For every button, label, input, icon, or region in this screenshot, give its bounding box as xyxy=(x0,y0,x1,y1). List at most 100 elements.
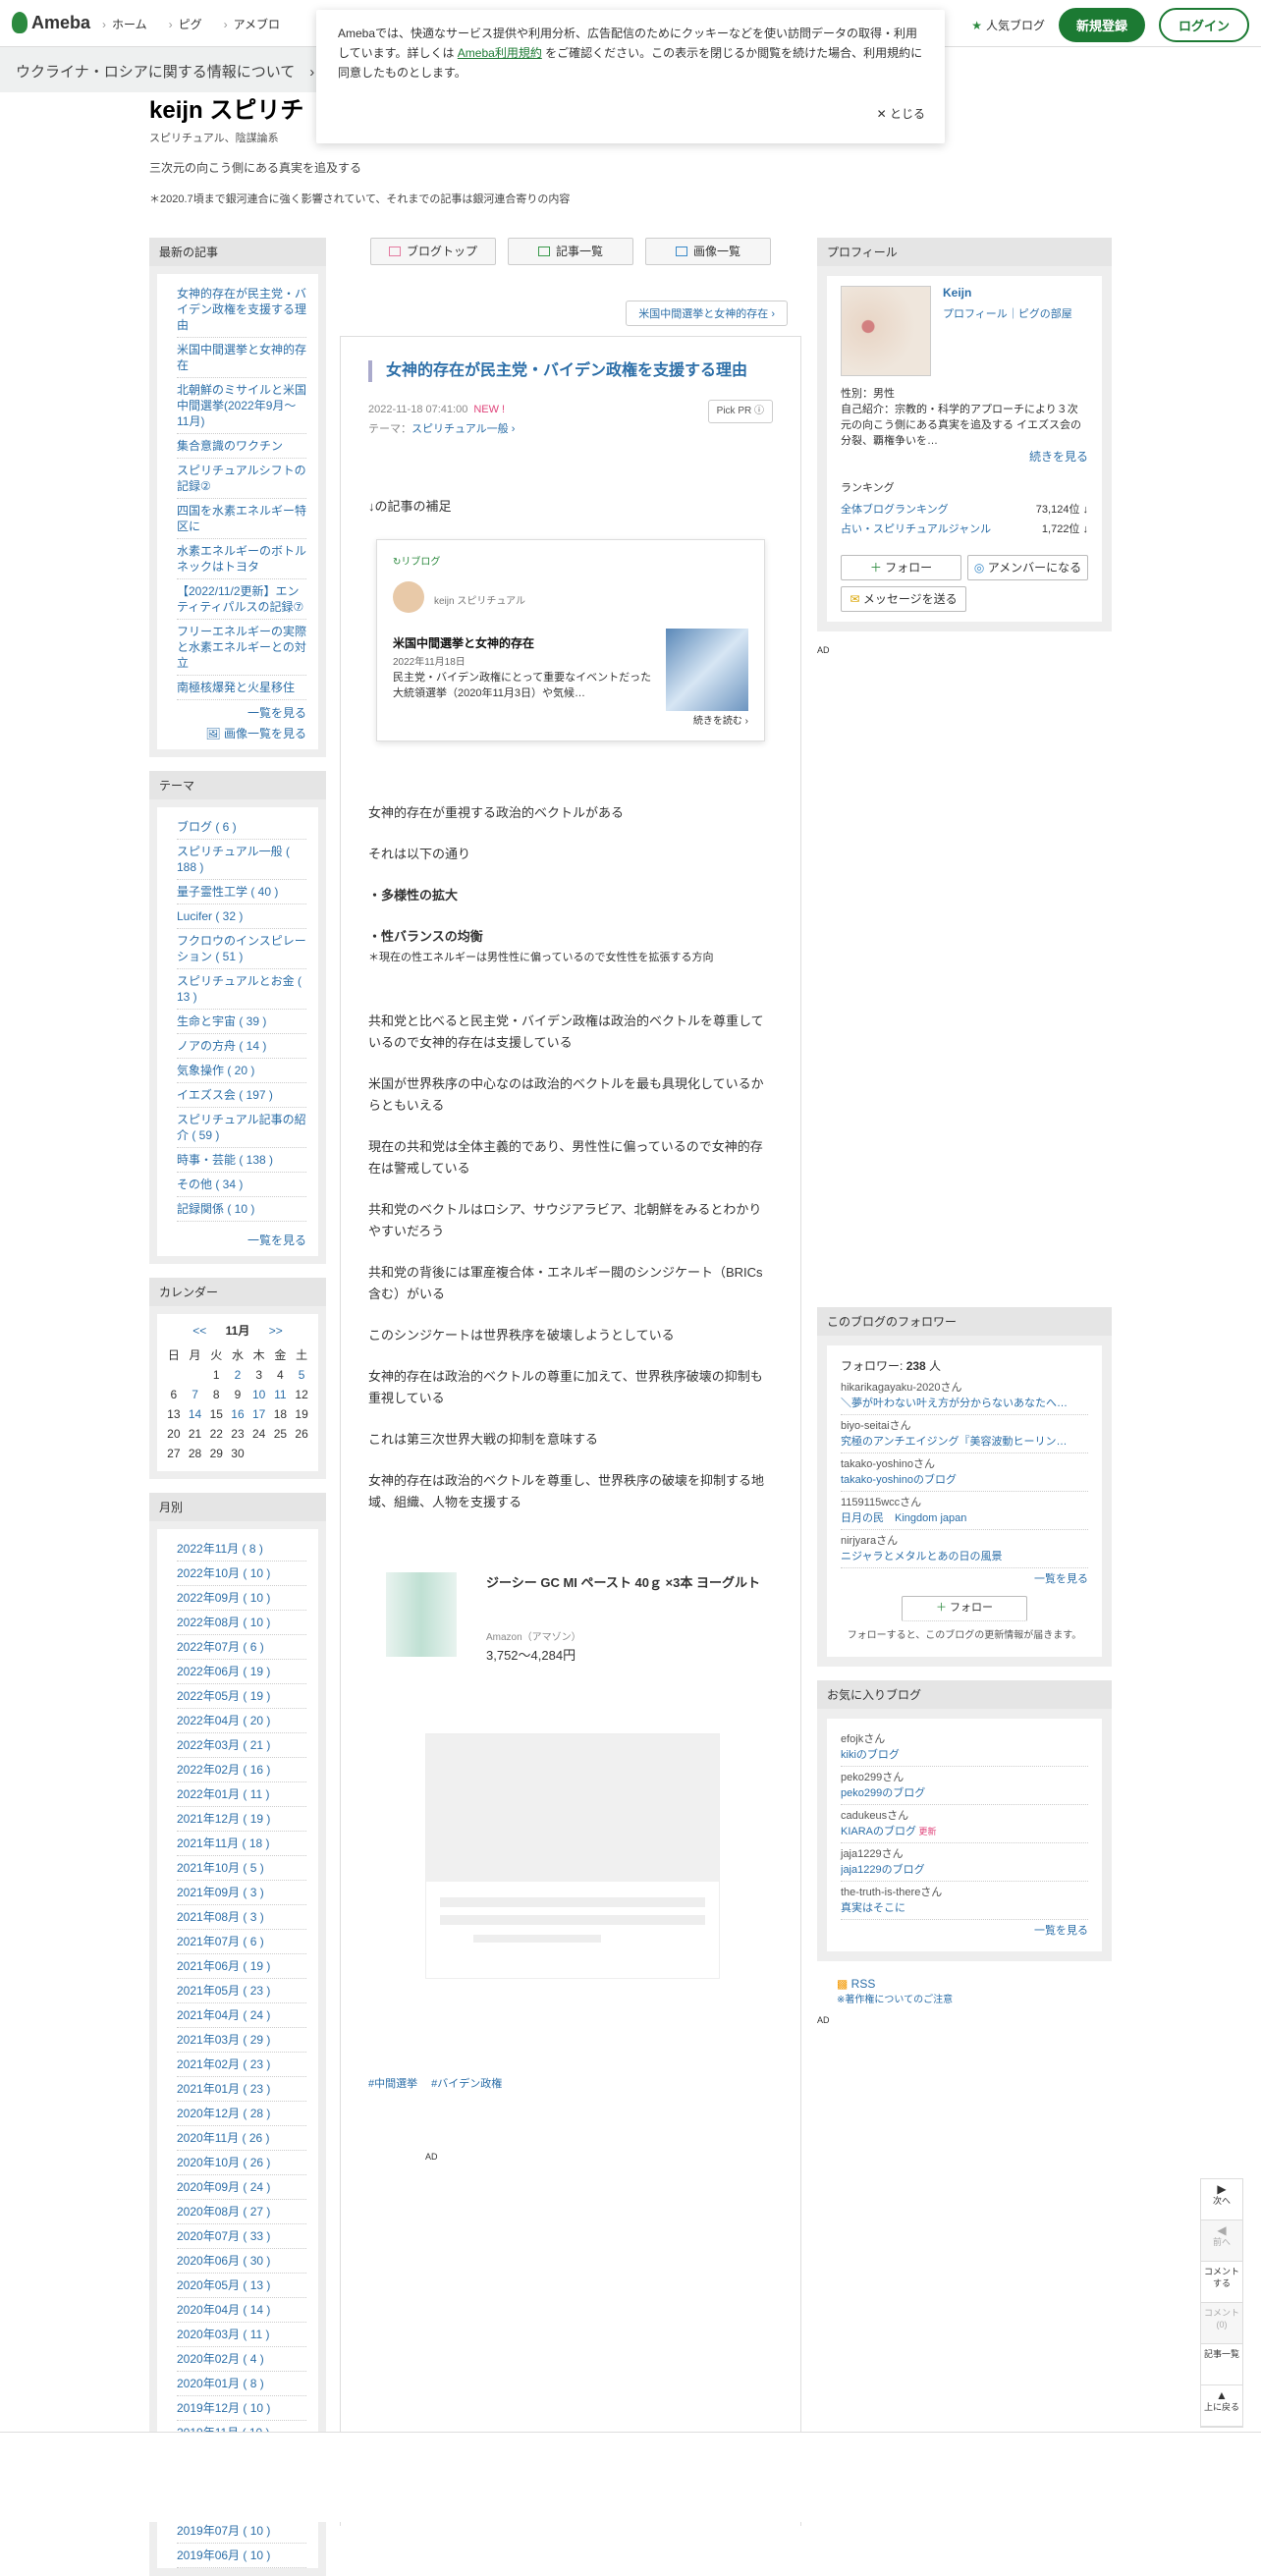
follower-user[interactable]: nirjyaraさん xyxy=(841,1533,1088,1549)
amember-button[interactable]: ◎ アメンバーになる xyxy=(967,555,1088,580)
monthly-archive-link[interactable]: 2022年08月 ( 10 ) xyxy=(177,1611,306,1635)
rank-overall-link[interactable]: 全体ブログランキング xyxy=(841,502,949,518)
calendar-day-link[interactable]: 11 xyxy=(270,1385,292,1404)
monthly-archive-link[interactable]: 2019年06月 ( 10 ) xyxy=(177,2544,306,2568)
monthly-archive-link[interactable]: 2020年04月 ( 14 ) xyxy=(177,2298,306,2323)
favorite-user[interactable]: jaja1229さん xyxy=(841,1846,1088,1862)
monthly-archive-link[interactable]: 2020年01月 ( 8 ) xyxy=(177,2372,306,2396)
monthly-archive-link[interactable]: 2022年09月 ( 10 ) xyxy=(177,1586,306,1611)
tab-image-list[interactable]: 画像一覧 xyxy=(645,238,771,265)
favorite-user[interactable]: efojkさん xyxy=(841,1731,1088,1747)
monthly-archive-link[interactable]: 2020年06月 ( 30 ) xyxy=(177,2249,306,2274)
profile-more-link[interactable]: 続きを見る xyxy=(841,449,1088,465)
favorite-blog-link[interactable]: 真実はそこに xyxy=(841,1900,1088,1916)
tab-article-list[interactable]: 記事一覧 xyxy=(508,238,633,265)
latest-article-link[interactable]: 水素エネルギーのボトルネックはトヨタ xyxy=(177,539,306,579)
themes-more-link[interactable]: 一覧を見る xyxy=(177,1222,306,1248)
rss-link[interactable]: ▩ RSS xyxy=(837,1977,1112,1991)
side-nav-item[interactable]: ◀ 前へ xyxy=(1201,2220,1242,2262)
favorite-user[interactable]: the-truth-is-thereさん xyxy=(841,1885,1088,1900)
monthly-archive-link[interactable]: 2022年01月 ( 11 ) xyxy=(177,1782,306,1807)
terms-link[interactable]: Ameba利用規約 xyxy=(458,46,542,60)
monthly-archive-link[interactable]: 2021年05月 ( 23 ) xyxy=(177,1979,306,2003)
favorite-blog-link[interactable]: KIARAのブログ 更新 xyxy=(841,1824,1088,1839)
latest-more-link[interactable]: 一覧を見る xyxy=(177,700,306,721)
favorites-more-link[interactable]: 一覧を見る xyxy=(841,1920,1088,1942)
calendar-day-link[interactable]: 14 xyxy=(185,1404,206,1424)
calendar-day-link[interactable]: 17 xyxy=(248,1404,270,1424)
follower-blog-link[interactable]: ＼夢が叶わない叶え方が分からないあなたへ… xyxy=(841,1396,1088,1411)
hashtag-link[interactable]: #バイデン政権 xyxy=(431,2078,502,2090)
calendar-day-link[interactable]: 5 xyxy=(291,1365,312,1385)
side-nav-item[interactable]: コメント(0) xyxy=(1201,2303,1242,2344)
nav-ameblo[interactable]: アメブロ xyxy=(224,16,280,32)
latest-article-link[interactable]: 南極核爆発と火星移住 xyxy=(177,676,306,700)
hashtag-link[interactable]: #中間選挙 xyxy=(368,2078,417,2090)
follow-button[interactable]: ＋ フォロー xyxy=(841,555,961,580)
theme-link[interactable]: スピリチュアルとお金 ( 13 ) xyxy=(177,969,306,1010)
monthly-archive-link[interactable]: 2021年02月 ( 23 ) xyxy=(177,2053,306,2077)
monthly-archive-link[interactable]: 2020年07月 ( 33 ) xyxy=(177,2224,306,2249)
product-card[interactable]: ジーシー GC MI ペースト 40ｇ ×3本 ヨーグルト Amazon（アマゾ… xyxy=(368,1572,773,1690)
register-button[interactable]: 新規登録 xyxy=(1058,8,1145,42)
cookie-close-button[interactable]: ✕ とじる xyxy=(877,104,925,124)
read-more-link[interactable]: 続きを読む › xyxy=(693,711,748,733)
follower-user[interactable]: hikarikagayaku-2020さん xyxy=(841,1380,1088,1396)
popular-blog-link[interactable]: 人気ブログ xyxy=(971,17,1045,33)
monthly-archive-link[interactable]: 2022年03月 ( 21 ) xyxy=(177,1733,306,1758)
monthly-archive-link[interactable]: 2022年02月 ( 16 ) xyxy=(177,1758,306,1782)
theme-link[interactable]: その他 ( 34 ) xyxy=(177,1173,306,1197)
follower-blog-link[interactable]: 日月の民 Kingdom japan xyxy=(841,1510,1088,1526)
calendar-day-link[interactable]: 2 xyxy=(227,1365,248,1385)
monthly-archive-link[interactable]: 2020年11月 ( 26 ) xyxy=(177,2126,306,2151)
rank-genre-link[interactable]: 占い・スピリチュアルジャンル xyxy=(841,521,991,537)
monthly-archive-link[interactable]: 2021年06月 ( 19 ) xyxy=(177,1954,306,1979)
copyright-note-link[interactable]: ※著作権についてのご注意 xyxy=(837,1991,1112,2005)
monthly-archive-link[interactable]: 2022年05月 ( 19 ) xyxy=(177,1684,306,1709)
monthly-archive-link[interactable]: 2020年03月 ( 11 ) xyxy=(177,2323,306,2347)
theme-link[interactable]: フクロウのインスピレーション ( 51 ) xyxy=(177,929,306,969)
theme-link[interactable]: 気象操作 ( 20 ) xyxy=(177,1059,306,1083)
latest-article-link[interactable]: 集合意識のワクチン xyxy=(177,434,306,459)
theme-link[interactable]: ブログ ( 6 ) xyxy=(177,815,306,840)
latest-article-link[interactable]: フリーエネルギーの実際と水素エネルギーとの対立 xyxy=(177,620,306,676)
follower-blog-link[interactable]: ニジャラとメタルとあの日の風景 xyxy=(841,1549,1088,1564)
latest-article-link[interactable]: 四国を水素エネルギー特区に xyxy=(177,499,306,539)
monthly-archive-link[interactable]: 2019年07月 ( 10 ) xyxy=(177,2519,306,2544)
follower-user[interactable]: 1159115wccさん xyxy=(841,1495,1088,1510)
blog-title[interactable]: keijn スピリチ xyxy=(149,90,303,125)
monthly-archive-link[interactable]: 2021年09月 ( 3 ) xyxy=(177,1881,306,1905)
latest-article-link[interactable]: 米国中間選挙と女神的存在 xyxy=(177,338,306,378)
monthly-archive-link[interactable]: 2021年08月 ( 3 ) xyxy=(177,1905,306,1930)
side-nav-item[interactable]: ▲ 上に戻る xyxy=(1201,2385,1242,2427)
profile-image[interactable] xyxy=(841,286,931,376)
monthly-archive-link[interactable]: 2019年12月 ( 10 ) xyxy=(177,2396,306,2421)
theme-link[interactable]: 記録関係 ( 10 ) xyxy=(177,1197,306,1222)
theme-link[interactable]: 生命と宇宙 ( 39 ) xyxy=(177,1010,306,1034)
monthly-archive-link[interactable]: 2020年02月 ( 4 ) xyxy=(177,2347,306,2372)
article-title[interactable]: 女神的存在が民主党・バイデン政権を支援する理由 xyxy=(368,360,773,382)
monthly-archive-link[interactable]: 2021年11月 ( 18 ) xyxy=(177,1832,306,1856)
monthly-archive-link[interactable]: 2020年08月 ( 27 ) xyxy=(177,2200,306,2224)
monthly-archive-link[interactable]: 2021年12月 ( 19 ) xyxy=(177,1807,306,1832)
monthly-archive-link[interactable]: 2020年09月 ( 24 ) xyxy=(177,2175,306,2200)
profile-links[interactable]: プロフィール｜ピグの部屋 xyxy=(943,305,1088,321)
theme-link[interactable]: 時事・芸能 ( 138 ) xyxy=(177,1148,306,1173)
theme-link[interactable]: スピリチュアル一般 ( 188 ) xyxy=(177,840,306,880)
pick-pr-button[interactable]: Pick PR ⓘ xyxy=(707,400,773,423)
next-article-link[interactable]: 米国中間選挙と女神的存在 › xyxy=(626,301,788,326)
follower-user[interactable]: biyo-seitaiさん xyxy=(841,1418,1088,1434)
favorite-blog-link[interactable]: jaja1229のブログ xyxy=(841,1862,1088,1878)
latest-article-link[interactable]: 【2022/11/2更新】エンティティパルスの記録⑦ xyxy=(177,579,306,620)
followers-more-link[interactable]: 一覧を見る xyxy=(841,1568,1088,1590)
favorite-blog-link[interactable]: kikiのブログ xyxy=(841,1747,1088,1763)
prev-month-link[interactable]: << xyxy=(192,1324,206,1338)
monthly-archive-link[interactable]: 2022年07月 ( 6 ) xyxy=(177,1635,306,1660)
latest-article-link[interactable]: 北朝鮮のミサイルと米国中間選挙(2022年9月〜11月) xyxy=(177,378,306,434)
article-theme-link[interactable]: スピリチュアル一般 › xyxy=(411,423,515,435)
favorite-user[interactable]: cadukeusさん xyxy=(841,1808,1088,1824)
tab-blog-top[interactable]: ブログトップ xyxy=(370,238,496,265)
calendar-day-link[interactable]: 7 xyxy=(185,1385,206,1404)
latest-article-link[interactable]: スピリチュアルシフトの記録② xyxy=(177,459,306,499)
monthly-archive-link[interactable]: 2022年06月 ( 19 ) xyxy=(177,1660,306,1684)
